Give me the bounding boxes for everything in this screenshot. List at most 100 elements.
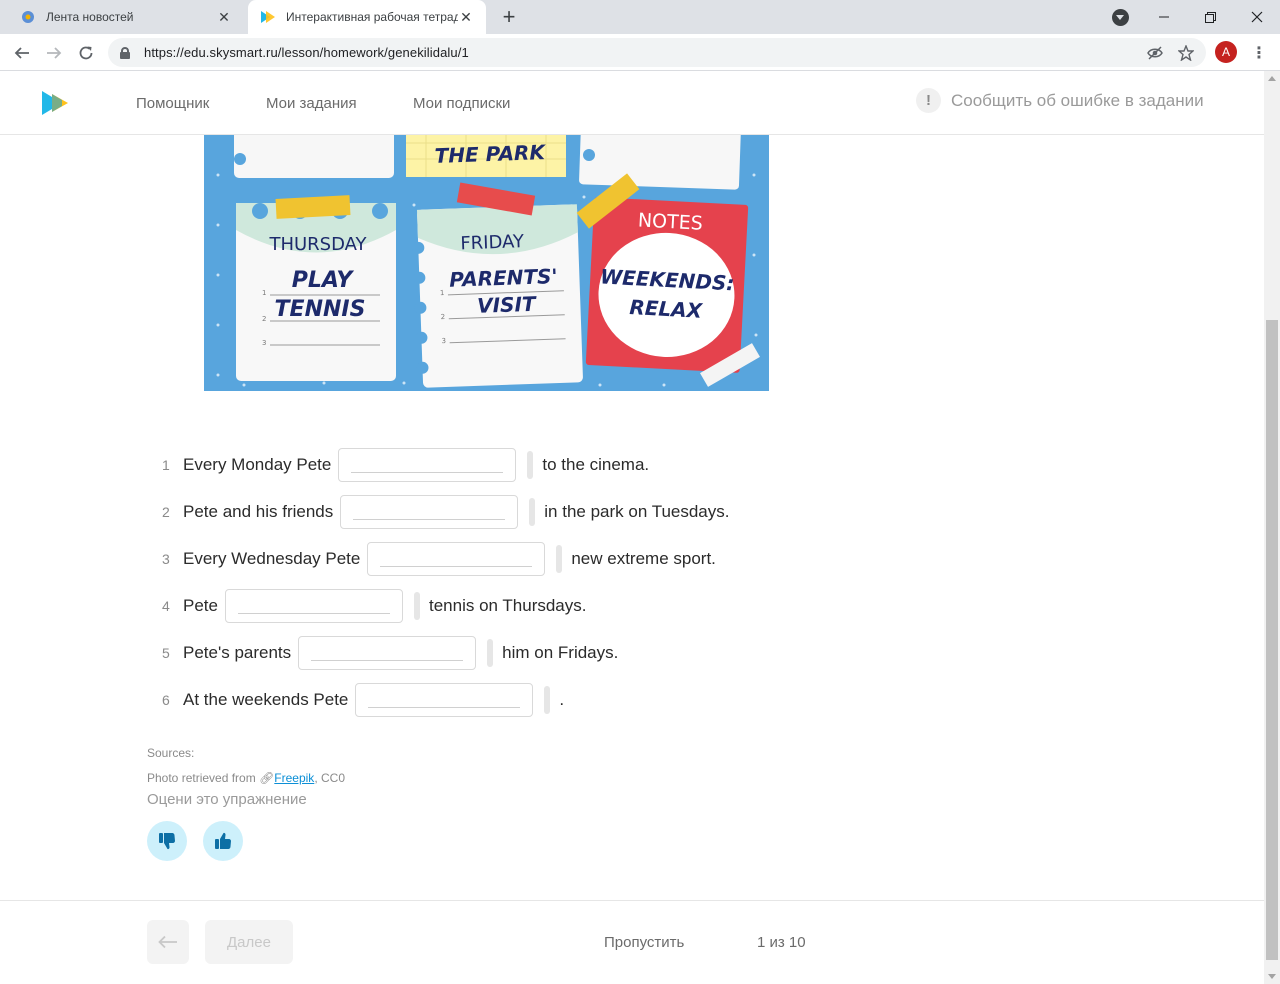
tab-search-icon[interactable] [1112,9,1129,26]
card-text-play: PLAY [292,268,355,293]
skysmart-favicon-icon [260,9,276,25]
answer-input-3[interactable] [367,542,546,576]
credit-license: , CC0 [314,771,345,785]
skip-button[interactable]: Пропустить [604,934,684,951]
drop-handle [556,545,563,573]
lock-icon [120,46,130,59]
footer-divider [0,900,1264,901]
drop-handle [527,451,534,479]
thumbs-up-button[interactable] [203,821,243,861]
restore-icon[interactable] [1187,0,1233,34]
item-text-before: Every Monday Pete [183,455,332,474]
answer-input-2[interactable] [340,495,519,529]
thumbs-down-button[interactable] [147,821,187,861]
item-text-before: Pete and his friends [183,502,334,521]
answer-input-5[interactable] [298,636,477,670]
card-notes-title: NOTES [637,209,703,234]
browser-toolbar: https://edu.skysmart.ru/lesson/homework/… [0,34,1280,71]
exercise-item-3: 3 Every Wednesday Pete new extreme sport… [152,542,716,576]
card-day-friday: FRIDAY [460,231,525,254]
nav-my-tasks[interactable]: Мои задания [266,95,357,112]
item-number: 3 [162,551,170,567]
sources-label: Sources: [147,746,195,760]
svg-text:3: 3 [441,337,446,345]
arrow-left-icon [158,935,177,949]
address-bar[interactable]: https://edu.skysmart.ru/lesson/homework/… [108,38,1206,67]
item-number: 4 [162,598,170,614]
item-text-after: to the cinema. [542,455,650,474]
exercise-item-5: 5 Pete's parents him on Fridays. [152,636,618,670]
thumbs-down-icon [159,833,175,850]
scrollbar-thumb[interactable] [1266,320,1278,960]
browser-tab-strip: Лента новостей ✕ Интерактивная рабочая т… [0,0,1280,34]
svg-text:2: 2 [441,313,446,321]
svg-text:1: 1 [440,289,445,297]
tab-close-icon[interactable]: ✕ [458,9,474,25]
svg-text:3: 3 [262,339,266,347]
next-button[interactable]: Далее [205,920,293,964]
tab-close-icon[interactable]: ✕ [216,9,232,25]
svg-text:1: 1 [262,289,266,297]
credit-prefix: Photo retrieved from [147,771,256,785]
drop-handle [487,639,494,667]
forward-arrow-icon[interactable] [40,39,68,67]
answer-input-6[interactable] [355,683,534,717]
tab-title: Лента новостей [46,10,134,24]
card-text-park: THE PARK [434,140,546,168]
window-close-icon[interactable] [1234,0,1280,34]
page-counter: 1 из 10 [757,934,806,951]
exercise-item-4: 4 Pete tennis on Thursdays. [152,589,586,623]
news-favicon-icon [20,9,36,25]
scroll-up-icon[interactable] [1268,76,1276,81]
exercise-item-1: 1 Every Monday Pete to the cinema. [152,448,649,482]
item-text-after: him on Fridays. [502,643,619,662]
item-text-after: . [559,690,565,709]
drop-handle [529,498,536,526]
answer-input-4[interactable] [224,589,403,623]
photo-credit: Photo retrieved from 🔗︎Freepik, CC0 [147,771,345,785]
report-error-button[interactable]: ! Сообщить об ошибке в задании [916,88,1204,113]
item-number: 5 [162,645,170,661]
card-text-relax: RELAX [629,295,704,323]
drop-handle [544,686,551,714]
freepik-link[interactable]: Freepik [274,771,314,785]
card-text-tennis: TENNIS [275,297,366,322]
url-text: https://edu.skysmart.ru/lesson/homework/… [144,45,469,60]
item-text-before: Pete [183,596,218,615]
card-text-parents: PARENTS' [449,264,558,292]
nav-my-subscriptions[interactable]: Мои подписки [413,95,510,112]
profile-avatar[interactable]: A [1215,41,1237,63]
card-text-visit: VISIT [477,292,538,318]
browser-menu-icon[interactable]: ⋮ [1249,39,1269,67]
exclamation-icon: ! [916,88,941,113]
item-text-before: Every Wednesday Pete [183,549,361,568]
rate-exercise-label: Оцени это упражнение [147,791,307,808]
drop-handle [413,592,420,620]
report-error-label: Сообщить об ошибке в задании [951,90,1204,110]
nav-assistant[interactable]: Помощник [136,95,209,112]
item-text-before: At the weekends Pete [183,690,349,709]
reload-icon[interactable] [72,39,100,67]
bookmark-star-icon[interactable] [1175,42,1197,64]
item-text-after: in the park on Tuesdays. [544,502,730,521]
exercise-item-2: 2 Pete and his friends in the park on Tu… [152,495,730,529]
scroll-down-icon[interactable] [1268,974,1276,979]
eye-crossed-icon[interactable] [1144,42,1166,64]
previous-button[interactable] [147,920,189,964]
tab-workbook[interactable]: Интерактивная рабочая тетрадь ✕ [248,0,486,34]
back-arrow-icon[interactable] [8,39,36,67]
item-text-before: Pete's parents [183,643,292,662]
item-number: 1 [162,457,170,473]
skysmart-logo-icon[interactable] [42,91,74,115]
tab-news-feed[interactable]: Лента новостей ✕ [8,0,244,34]
site-header: Помощник Мои задания Мои подписки ! Сооб… [0,71,1264,135]
page-viewport: Помощник Мои задания Мои подписки ! Сооб… [0,71,1264,984]
page-scrollbar[interactable] [1264,71,1280,984]
item-number: 6 [162,692,170,708]
item-text-after: new extreme sport. [571,549,716,568]
minimize-icon[interactable] [1141,0,1187,34]
thumbs-up-icon [215,832,231,849]
new-tab-plus-icon[interactable]: + [498,6,520,28]
answer-input-1[interactable] [338,448,517,482]
item-number: 2 [162,504,170,520]
